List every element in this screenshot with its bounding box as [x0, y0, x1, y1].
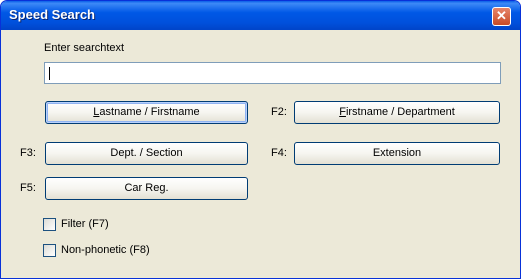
f3-shortcut-label: F3:	[20, 147, 36, 159]
f2-shortcut-label: F2:	[271, 106, 287, 118]
title-bar[interactable]: Speed Search ✕	[1, 1, 520, 30]
extension-button[interactable]: Extension	[294, 142, 500, 165]
lastname-firstname-button[interactable]: Lastname / Firstname	[45, 101, 248, 124]
text-caret	[49, 67, 50, 80]
window-title: Speed Search	[9, 7, 95, 22]
speed-search-dialog: Speed Search ✕ Enter searchtext Lastname…	[0, 0, 521, 279]
filter-checkbox-label[interactable]: Filter (F7)	[61, 218, 109, 230]
non-phonetic-checkbox[interactable]	[43, 244, 56, 257]
dialog-body: Enter searchtext Lastname / Firstname F2…	[4, 30, 517, 275]
non-phonetic-checkbox-label[interactable]: Non-phonetic (F8)	[61, 244, 150, 256]
firstname-department-button[interactable]: Firstname / Department	[294, 101, 500, 124]
search-input[interactable]	[44, 62, 501, 84]
search-label: Enter searchtext	[44, 42, 125, 54]
dept-section-button[interactable]: Dept. / Section	[45, 142, 248, 165]
f5-shortcut-label: F5:	[20, 182, 36, 194]
f4-shortcut-label: F4:	[271, 147, 287, 159]
close-icon[interactable]: ✕	[492, 7, 511, 26]
button-label: astname / Firstname	[99, 106, 200, 118]
car-reg-button[interactable]: Car Reg.	[45, 177, 248, 200]
hotkey-letter: F	[339, 106, 346, 118]
button-label: irstname / Department	[345, 106, 455, 118]
filter-checkbox[interactable]	[43, 218, 56, 231]
